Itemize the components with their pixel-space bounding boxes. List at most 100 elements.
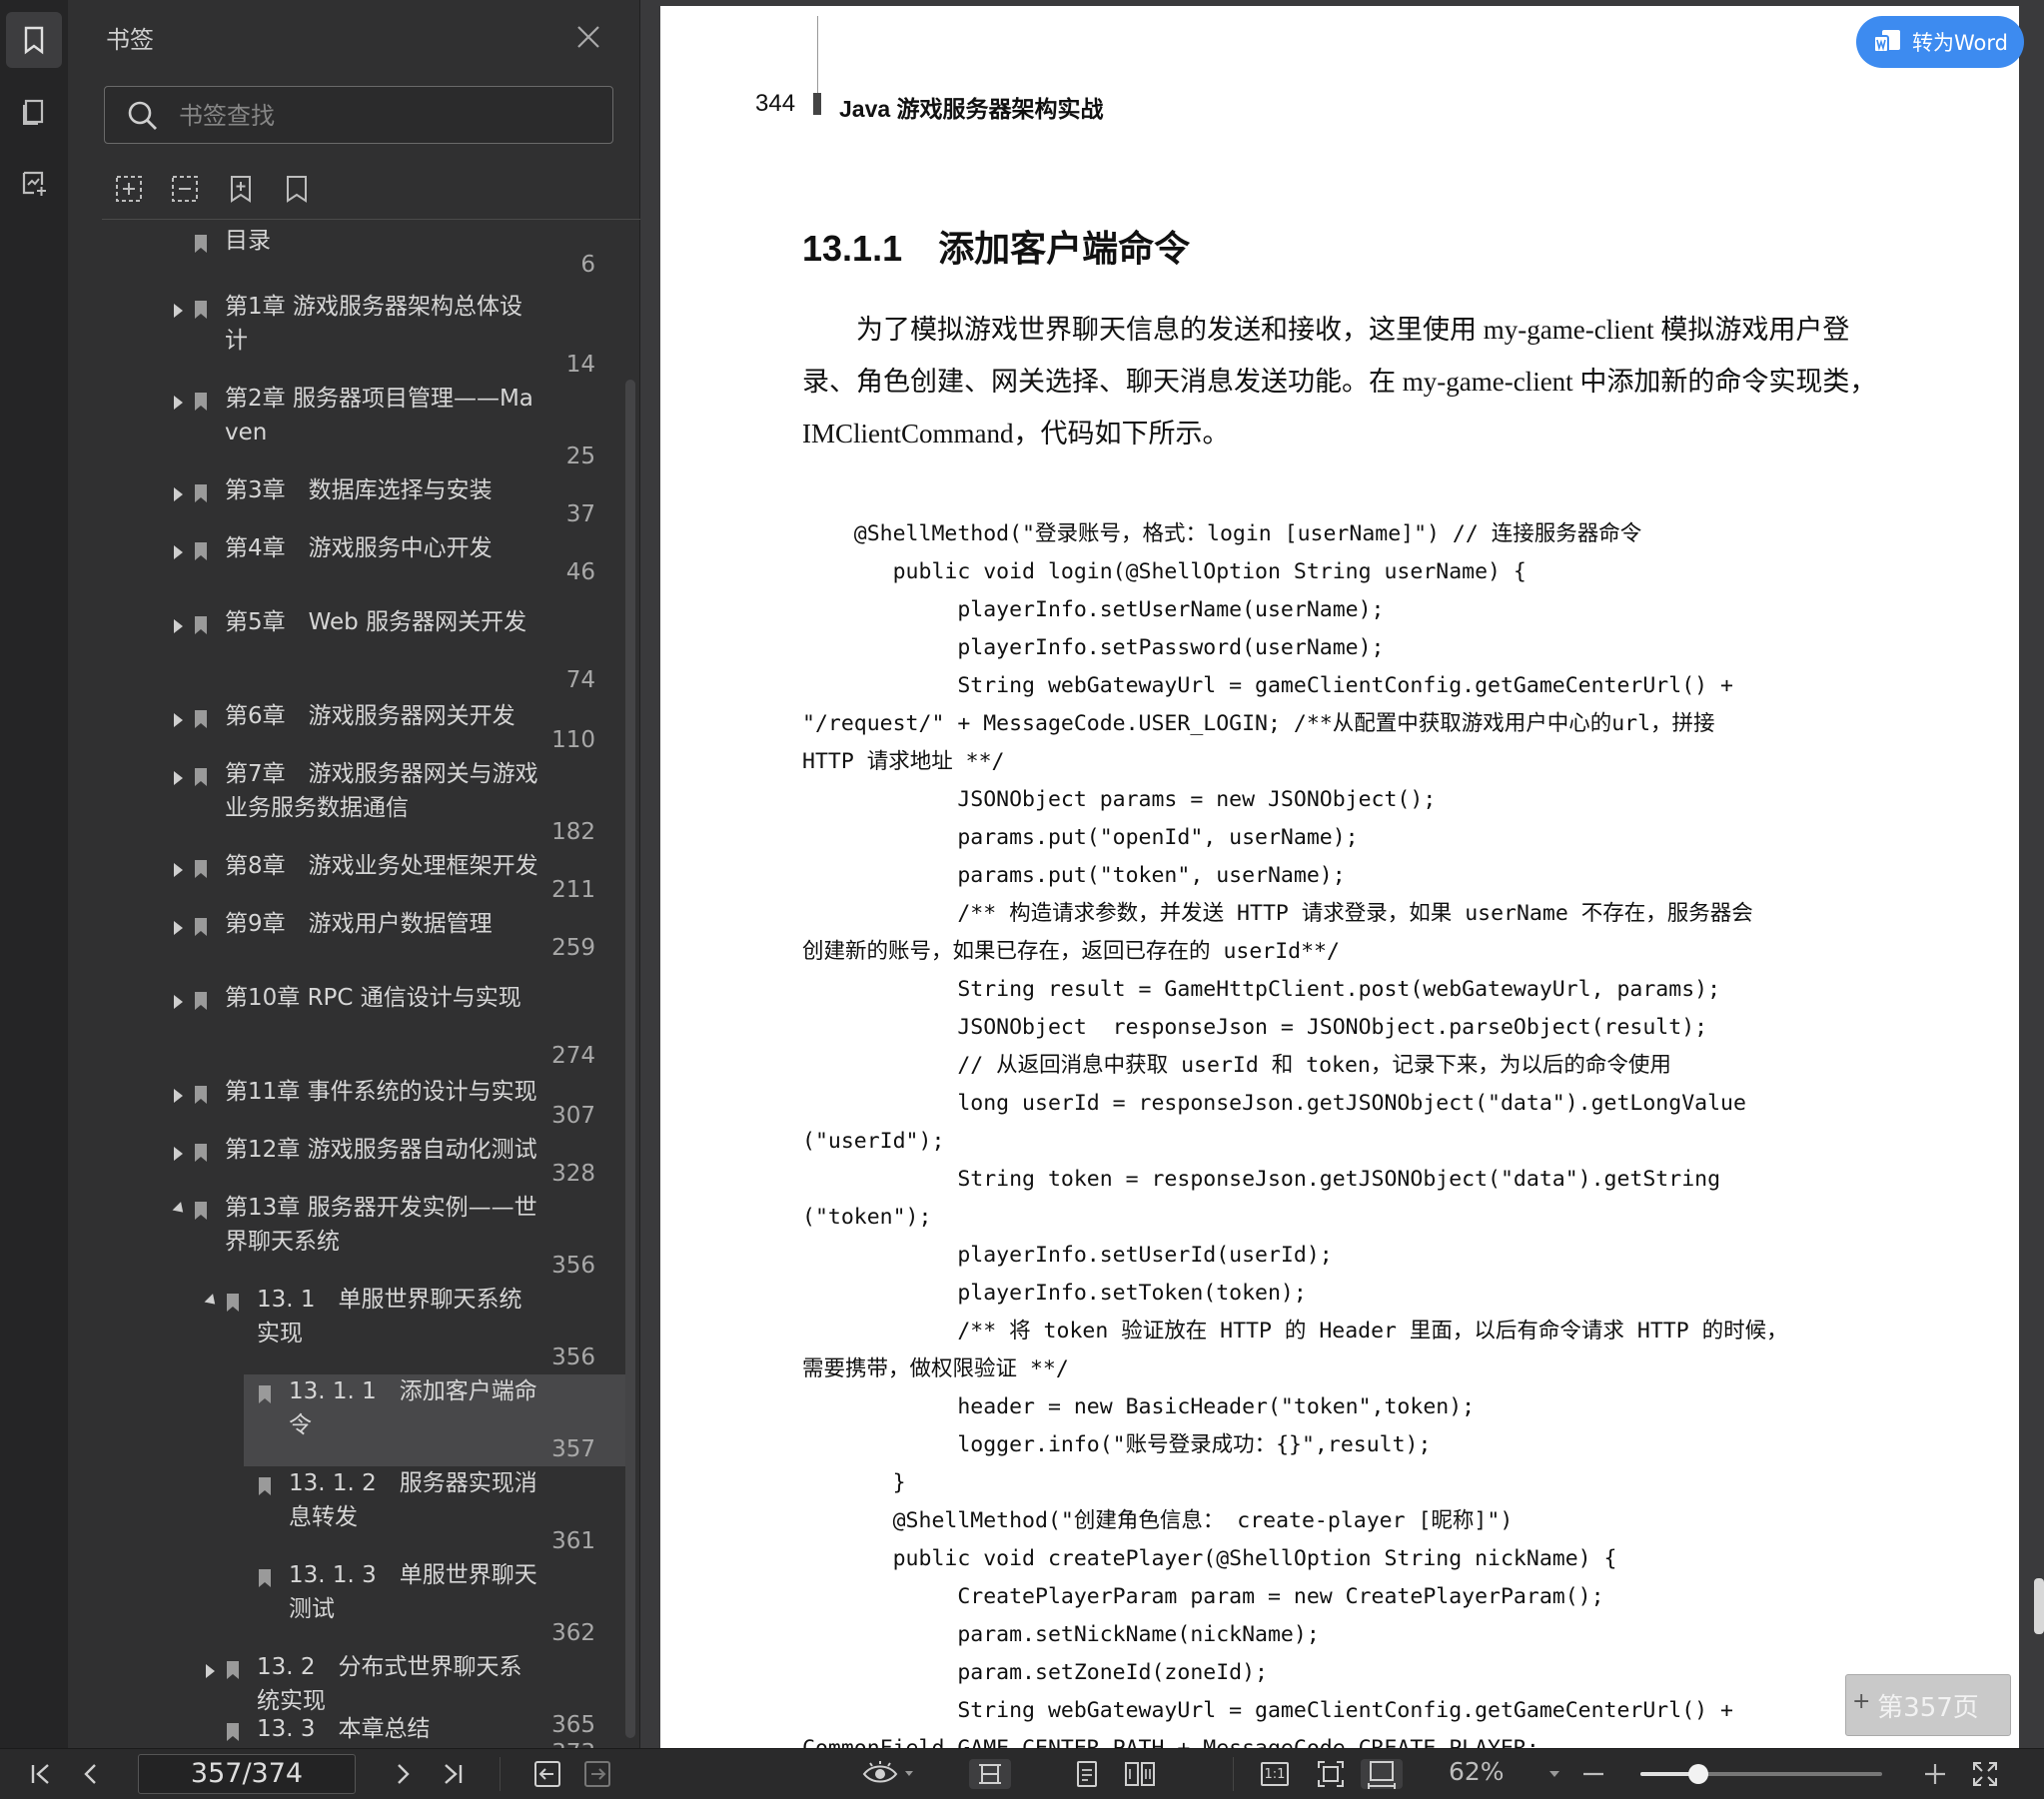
go-back-button[interactable]: [531, 1759, 563, 1789]
bookmark-label: 第10章 RPC 通信设计与实现: [225, 985, 521, 1011]
collapse-arrow-icon[interactable]: [204, 1294, 220, 1309]
bookmark-flag-icon: [194, 917, 208, 937]
zoom-level[interactable]: 62%: [1449, 1757, 1505, 1786]
collapse-arrow-icon[interactable]: [172, 1202, 188, 1217]
expand-arrow-icon[interactable]: [174, 619, 183, 633]
bookmark-label: 第8章 游戏业务处理框架开发: [225, 853, 538, 879]
toolbar-separator: [500, 1757, 501, 1791]
expand-arrow-icon[interactable]: [174, 1147, 183, 1161]
actual-size-button[interactable]: 1:1: [1257, 1759, 1293, 1789]
expand-all-button[interactable]: [114, 174, 144, 204]
bookmark-label: 13. 1. 2 服务器实现消 息转发: [289, 1470, 537, 1530]
code-line: public void login(@ShellOption String us…: [802, 559, 1527, 584]
bookmark-item[interactable]: 第8章 游戏业务处理框架开发 211: [68, 847, 623, 905]
zoom-out-button[interactable]: [1578, 1759, 1608, 1789]
bookmark-page-number: 182: [551, 819, 595, 845]
code-line: String webGatewayUrl = gameClientConfig.…: [802, 1698, 1733, 1723]
annotation-icon: [22, 171, 46, 196]
bookmark-page-number: 356: [551, 1253, 595, 1279]
bookmark-item[interactable]: 13. 1. 3 单服世界聊天 测试 362: [68, 1556, 623, 1648]
bookmark-item[interactable]: 第7章 游戏服务器网关与游戏 业务服务数据通信 182: [68, 755, 623, 847]
expand-arrow-icon[interactable]: [174, 995, 183, 1009]
code-line: @ShellMethod("登录账号，格式：login [userName]")…: [802, 521, 1642, 546]
bookmark-flag-icon: [194, 234, 208, 254]
document-page: 344 Java 游戏服务器架构实战 13.1.1 添加客户端命令 为了模拟游戏世…: [660, 6, 2019, 1748]
expand-arrow-icon[interactable]: [174, 545, 183, 559]
bookmark-search-input[interactable]: [177, 99, 620, 133]
bookmark-item[interactable]: 第12章 游戏服务器自动化测试 328: [68, 1131, 623, 1189]
expand-arrow-icon[interactable]: [174, 863, 183, 877]
fit-width-button[interactable]: [1361, 1759, 1403, 1789]
bookmark-page-number: 259: [551, 935, 595, 961]
expand-arrow-icon[interactable]: [174, 396, 183, 410]
convert-to-word-button[interactable]: 转为Word: [1856, 16, 2024, 68]
go-forward-button[interactable]: [581, 1759, 613, 1789]
last-page-button[interactable]: [438, 1759, 468, 1789]
expand-arrow-icon[interactable]: [174, 487, 183, 501]
section-heading: 13.1.1 添加客户端命令: [802, 220, 1190, 272]
bookmark-flag-icon: [194, 392, 208, 412]
expand-arrow-icon[interactable]: [174, 921, 183, 935]
expand-arrow-icon[interactable]: [174, 771, 183, 785]
code-line: /** 将 token 验证放在 HTTP 的 Header 里面，以后有命令请…: [802, 1319, 1788, 1344]
page-view-button[interactable]: [1069, 1759, 1105, 1789]
bookmark-label: 第11章 事件系统的设计与实现: [225, 1079, 537, 1105]
word-convert-icon: [1873, 30, 1900, 53]
bookmark-item[interactable]: 目录 6: [68, 224, 623, 280]
expand-arrow-icon[interactable]: [174, 304, 183, 318]
bookmark-item[interactable]: 第2章 服务器项目管理——Ma ven 25: [68, 380, 623, 471]
thumbnail-panel-button[interactable]: [6, 84, 62, 140]
bookmark-item[interactable]: 第13章 服务器开发实例——世 界聊天系统 356: [68, 1189, 623, 1281]
bookmark-tools: [114, 174, 312, 204]
bookmark-panel-button[interactable]: [6, 12, 62, 68]
close-sidebar-button[interactable]: [573, 22, 603, 52]
bookmark-item[interactable]: 第4章 游戏服务中心开发 46: [68, 529, 623, 587]
page-scroll-thumb[interactable]: [2034, 1578, 2044, 1634]
expand-arrow-icon[interactable]: [174, 713, 183, 727]
bookmark-item[interactable]: 13. 3 本章总结 373: [68, 1710, 623, 1748]
expand-arrow-icon[interactable]: [206, 1664, 215, 1678]
reading-mode-button[interactable]: [859, 1759, 919, 1789]
collapse-all-button[interactable]: [170, 174, 200, 204]
previous-page-button[interactable]: [76, 1759, 106, 1789]
chevron-left-icon: [84, 1764, 96, 1784]
bookmark-item[interactable]: 13. 1 单服世界聊天系统 实现 356: [68, 1281, 623, 1372]
code-line: param.setZoneId(zoneId);: [802, 1660, 1268, 1685]
bookmark-item[interactable]: 第5章 Web 服务器网关开发 74: [68, 603, 623, 693]
bookmark-item[interactable]: 第6章 游戏服务器网关开发 110: [68, 697, 623, 755]
bookmark-search-box: [104, 86, 620, 144]
bookmark-page-number: 274: [551, 1043, 595, 1069]
bookmark-item[interactable]: 第11章 事件系统的设计与实现 307: [68, 1073, 623, 1131]
bookmark-item[interactable]: 第10章 RPC 通信设计与实现 274: [68, 979, 623, 1069]
bookmark-page-number: 6: [580, 252, 595, 278]
fit-page-button[interactable]: [1313, 1759, 1349, 1789]
next-page-button[interactable]: [388, 1759, 418, 1789]
page-badge: + 第357页: [1845, 1674, 2011, 1736]
bookmark-item[interactable]: 第1章 游戏服务器架构总体设 计 14: [68, 288, 623, 380]
add-bookmark-button[interactable]: [226, 174, 256, 204]
bookmark-item[interactable]: 第3章 数据库选择与安装 37: [68, 471, 623, 529]
zoom-in-button[interactable]: [1920, 1759, 1950, 1789]
bookmark-page-number: 46: [565, 559, 595, 585]
bookmark-item[interactable]: 13. 1. 2 服务器实现消 息转发 361: [68, 1464, 623, 1556]
zoom-slider-handle[interactable]: [1688, 1764, 1709, 1784]
single-page-button[interactable]: [969, 1759, 1011, 1789]
bookmark-page-number: 110: [551, 727, 595, 753]
bookmark-label: 目录: [225, 228, 271, 254]
first-page-button[interactable]: [26, 1759, 56, 1789]
two-page-button[interactable]: [1121, 1759, 1159, 1789]
bookmark-page-number: 25: [565, 444, 595, 469]
zoom-dropdown-button[interactable]: [1544, 1759, 1564, 1789]
continuous-page-icon: [979, 1764, 1001, 1784]
bookmark-item[interactable]: 第9章 游戏用户数据管理 259: [68, 905, 623, 963]
eye-icon: [862, 1761, 913, 1783]
bookmark-manage-button[interactable]: [282, 174, 312, 204]
annotation-panel-button[interactable]: [6, 156, 62, 212]
fullscreen-button[interactable]: [1968, 1759, 2002, 1789]
bookmark-item[interactable]: 13. 1. 1 添加客户端命 令 357: [68, 1372, 627, 1466]
bookmark-scrollbar[interactable]: [625, 380, 635, 1738]
bookmark-flag-icon: [226, 1293, 240, 1313]
expand-arrow-icon[interactable]: [174, 1089, 183, 1103]
zoom-slider[interactable]: [1640, 1764, 1882, 1784]
page-number-field[interactable]: 357/374: [138, 1754, 356, 1794]
